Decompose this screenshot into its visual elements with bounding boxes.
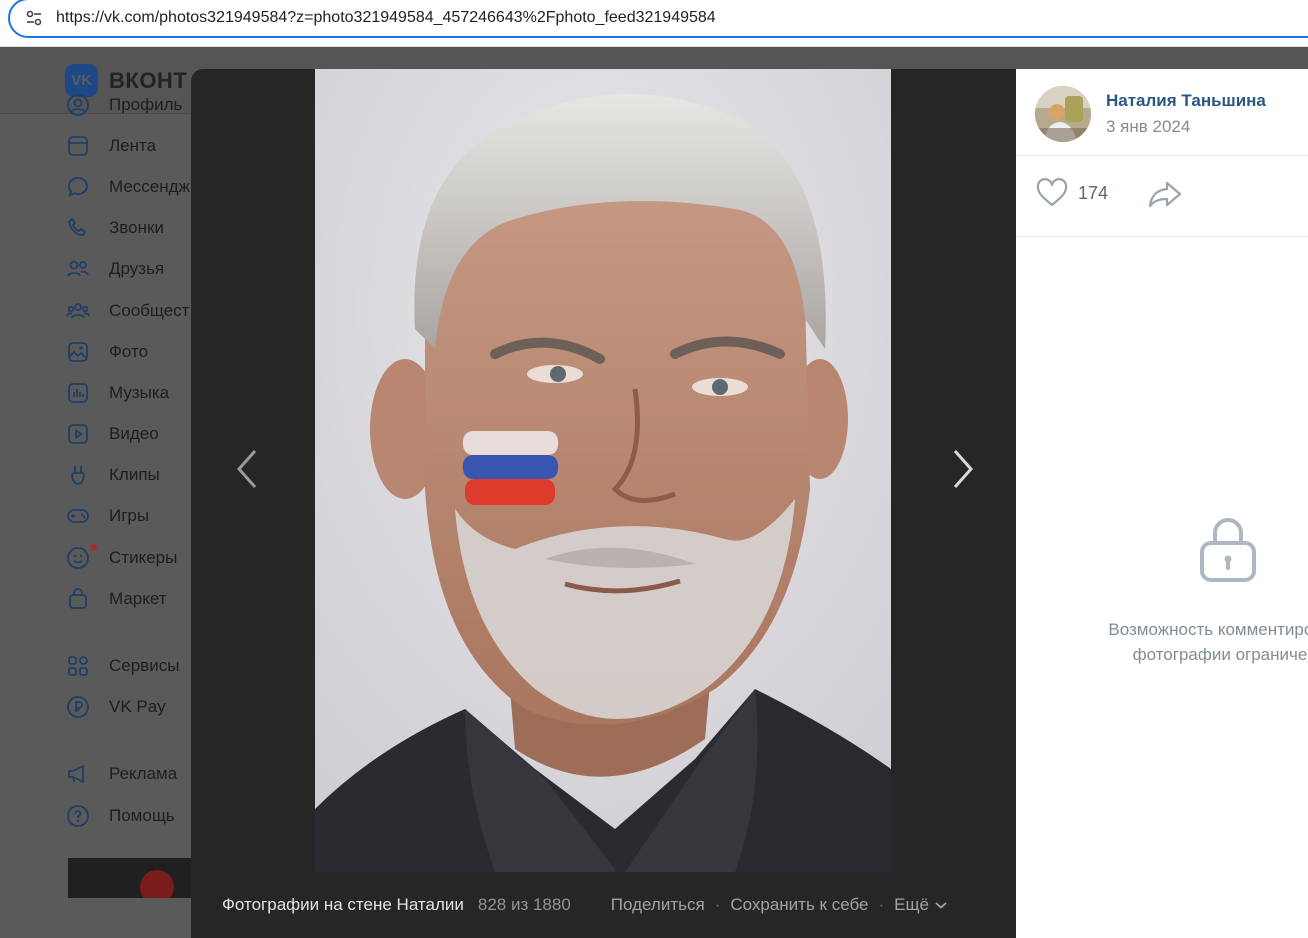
help-icon (66, 804, 96, 828)
photo-image[interactable] (315, 69, 891, 872)
sidebar-item-video[interactable]: Видео (66, 414, 196, 455)
clips-icon (66, 463, 96, 487)
sidebar-item-label: Клипы (109, 465, 160, 485)
sidebar-item-label: Звонки (109, 218, 164, 238)
comments-restricted-message: Возможность комментирова фотографии огра… (1070, 617, 1308, 667)
like-button[interactable]: 174 (1035, 178, 1108, 208)
phone-icon (66, 216, 96, 240)
sidebar-item-label: Фото (109, 341, 149, 361)
like-count: 174 (1078, 182, 1109, 203)
services-icon (66, 654, 96, 678)
photo-icon (66, 340, 96, 364)
sidebar-item-vkpay[interactable]: VK Pay (66, 687, 196, 728)
sidebar-item-profile[interactable]: Профиль (66, 84, 196, 125)
author-name-link[interactable]: Наталия Таньшина (1106, 91, 1266, 111)
photo-viewer: Фотографии на стене Наталии 828 из 1880 … (191, 69, 1016, 938)
video-icon (66, 422, 96, 446)
tune-icon[interactable] (16, 0, 52, 36)
url-text: https://vk.com/photos321949584?z=photo32… (56, 9, 716, 26)
sidebar-item-stickers[interactable]: Стикеры (66, 537, 196, 578)
sidebar-item-label: Сообщест (109, 300, 190, 320)
heart-icon (1036, 178, 1068, 207)
sidebar-item-ads[interactable]: Реклама (66, 754, 196, 795)
restricted-line-2: фотографии ограниче (1132, 645, 1308, 664)
next-photo-button[interactable] (942, 449, 982, 489)
separator: · (714, 895, 721, 914)
share-link[interactable]: Поделиться (611, 895, 705, 915)
sidebar-item-label: Реклама (109, 764, 178, 784)
music-icon (66, 381, 96, 405)
share-button[interactable] (1147, 180, 1183, 213)
sidebar-item-clips[interactable]: Клипы (66, 455, 196, 496)
newsfeed-icon (66, 134, 96, 158)
sidebar-item-help[interactable]: Помощь (66, 795, 196, 836)
photo-counter: 828 из 1880 (477, 895, 571, 914)
viewer-footer: Фотографии на стене Наталии 828 из 1880 … (191, 872, 1016, 938)
message-icon (66, 175, 96, 199)
community-icon (66, 299, 96, 323)
sidebar-item-music[interactable]: Музыка (66, 372, 196, 413)
sidebar-item-messenger[interactable]: Мессендж (66, 166, 196, 207)
gamepad-icon (66, 504, 96, 528)
chevron-right-icon (953, 450, 974, 488)
sidebar-item-label: Музыка (109, 382, 170, 402)
sidebar-item-photos[interactable]: Фото (66, 331, 196, 372)
sidebar-item-label: Мессендж (109, 176, 190, 196)
actions-bar: 174 (1016, 156, 1308, 237)
more-menu-button[interactable]: Ещё (894, 895, 948, 915)
save-to-album-link[interactable]: Сохранить к себе (730, 895, 868, 915)
sidebar-item-label: Видео (109, 424, 159, 444)
previous-photo-button[interactable] (228, 449, 268, 489)
browser-address-bar: https://vk.com/photos321949584?z=photo32… (0, 0, 1308, 47)
avatar[interactable] (1035, 86, 1091, 142)
sidebar-item-label: Лента (109, 135, 157, 155)
promo-graphic (140, 870, 174, 898)
left-sidebar: Профиль Лента Мессендж Звонки Друзья Соо… (66, 84, 196, 836)
sidebar-item-label: Профиль (109, 94, 183, 114)
sidebar-item-label: Друзья (109, 259, 165, 279)
sidebar-item-label: Сервисы (109, 656, 180, 676)
chevron-left-icon (236, 450, 257, 488)
user-circle-icon (66, 93, 96, 117)
users-icon (66, 257, 96, 281)
sidebar-item-services[interactable]: Сервисы (66, 645, 196, 686)
sidebar-item-label: Помощь (109, 805, 175, 825)
sidebar-item-friends[interactable]: Друзья (66, 249, 196, 290)
sidebar-item-communities[interactable]: Сообщест (66, 290, 196, 331)
megaphone-icon (66, 762, 96, 786)
shopping-bag-icon (66, 587, 96, 611)
lock-icon (1199, 515, 1257, 588)
sidebar-item-market[interactable]: Маркет (66, 578, 196, 619)
sidebar-item-label: VK Pay (109, 697, 166, 717)
separator: · (878, 895, 885, 914)
sidebar-item-label: Игры (109, 506, 150, 526)
album-title-link[interactable]: Фотографии на стене Наталии (222, 895, 464, 915)
sidebar-item-feed[interactable]: Лента (66, 125, 196, 166)
sidebar-item-calls[interactable]: Звонки (66, 208, 196, 249)
photo-info-panel: Наталия Таньшина 3 янв 2024 174 Возможно… (1016, 69, 1308, 938)
vkpay-icon (66, 695, 96, 719)
sidebar-promo-banner[interactable] (68, 858, 196, 898)
sidebar-item-games[interactable]: Игры (66, 496, 196, 537)
sidebar-item-label: Маркет (109, 588, 167, 608)
chevron-down-icon (935, 902, 947, 909)
url-field[interactable]: https://vk.com/photos321949584?z=photo32… (8, 0, 1308, 38)
sidebar-item-label: Стикеры (109, 547, 178, 567)
post-date[interactable]: 3 янв 2024 (1106, 117, 1190, 137)
notification-dot (90, 544, 97, 552)
author-block: Наталия Таньшина 3 янв 2024 (1016, 69, 1308, 156)
share-arrow-icon (1148, 181, 1182, 208)
restricted-line-1: Возможность комментирова (1108, 620, 1308, 639)
more-label: Ещё (894, 895, 929, 914)
